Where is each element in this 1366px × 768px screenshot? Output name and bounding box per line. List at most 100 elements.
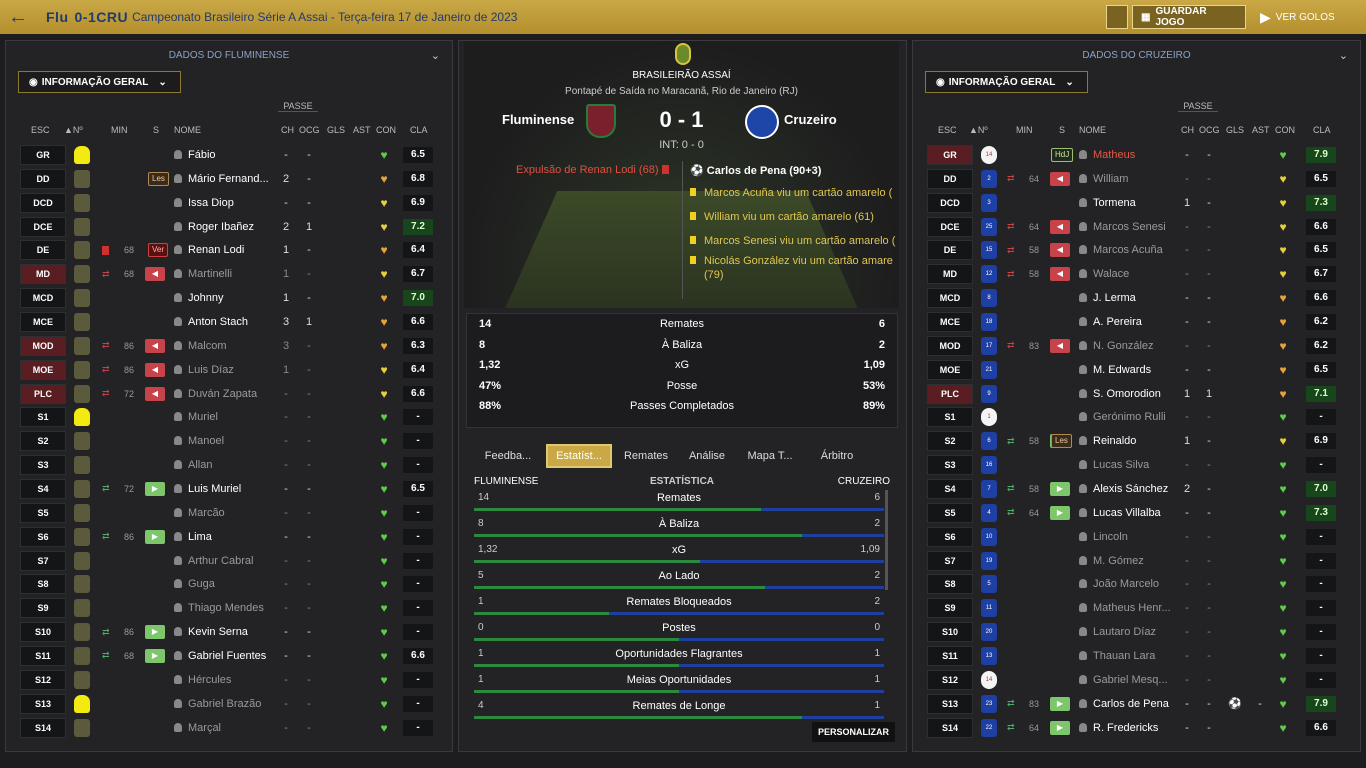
col-esc[interactable]: ESC <box>31 125 50 135</box>
player-name[interactable]: Reinaldo <box>1079 435 1183 447</box>
stats-tab[interactable]: Estatíst... <box>546 444 612 468</box>
col-ch[interactable]: CH <box>1181 125 1194 135</box>
col-con[interactable]: CON <box>376 125 396 135</box>
player-row[interactable]: S26⇄58▶LesReinaldo1-♥6.9 <box>913 429 1360 453</box>
player-name[interactable]: Kevin Serna <box>174 626 278 638</box>
player-name[interactable]: William <box>1079 173 1183 185</box>
scrollbar[interactable] <box>885 490 888 590</box>
col-ast[interactable]: AST <box>1252 125 1270 135</box>
player-row[interactable]: DCD 3 Tormena 1 - ♥ 7.3 <box>913 191 1360 215</box>
player-name[interactable]: M. Edwards <box>1079 364 1183 376</box>
player-name[interactable]: Gabriel Fuentes <box>174 650 278 662</box>
player-name[interactable]: João Marcelo <box>1079 578 1183 590</box>
player-name[interactable]: Lincoln <box>1079 531 1183 543</box>
player-name[interactable]: Martinelli <box>174 268 278 280</box>
customize-button[interactable]: PERSONALIZAR <box>812 722 896 742</box>
col-nome[interactable]: NOME <box>1079 125 1106 135</box>
player-name[interactable]: Alexis Sánchez <box>1079 483 1183 495</box>
player-row[interactable]: S7 19 M. Gómez - - ♥ - <box>913 549 1360 573</box>
player-row[interactable]: MOD ⇄ 86 ◀ Malcom 3 - ♥ 6.3 <box>6 334 452 358</box>
col-cla[interactable]: CLA <box>1313 125 1331 135</box>
stats-tab[interactable]: Remates <box>612 444 680 468</box>
home-info-dropdown[interactable]: ◉ INFORMAÇÃO GERAL ⌄ <box>18 71 181 93</box>
player-row[interactable]: S4 7 ⇄ 58 ▶ Alexis Sánchez 2 - ♥ 7.0 <box>913 477 1360 501</box>
player-name[interactable]: Thauan Lara <box>1079 650 1183 662</box>
player-name[interactable]: Muriel <box>174 411 278 423</box>
player-row[interactable]: S12 14 Gabriel Mesq... - - ♥ - <box>913 668 1360 692</box>
player-name[interactable]: Tormena <box>1079 197 1183 209</box>
col-cla[interactable]: CLA <box>410 125 428 135</box>
player-name[interactable]: Lautaro Díaz <box>1079 626 1183 638</box>
chevron-down-icon[interactable]: ⌄ <box>1339 41 1348 71</box>
player-name[interactable]: Lucas Villalba <box>1079 507 1183 519</box>
player-name[interactable]: R. Fredericks <box>1079 722 1183 734</box>
stats-tab[interactable]: Árbitro <box>806 444 868 468</box>
player-name[interactable]: Marcos Senesi <box>1079 221 1183 233</box>
player-name[interactable]: Roger Ibañez <box>174 221 278 233</box>
player-row[interactable]: S3 16 Lucas Silva - - ♥ - <box>913 453 1360 477</box>
player-row[interactable]: S12 Hércules - - ♥ - <box>6 668 452 692</box>
player-row[interactable]: MOE ⇄ 86 ◀ Luis Díaz 1 - ♥ 6.4 <box>6 358 452 382</box>
player-row[interactable]: S7 Arthur Cabral - - ♥ - <box>6 549 452 573</box>
player-row[interactable]: DCE 25 ⇄ 64 ◀ Marcos Senesi - - ♥ 6.6 <box>913 215 1360 239</box>
player-row[interactable]: MCE 18 A. Pereira - - ♥ 6.2 <box>913 310 1360 334</box>
player-row[interactable]: S1 1 Gerónimo Rulli - - ♥ - <box>913 405 1360 429</box>
player-name[interactable]: Arthur Cabral <box>174 555 278 567</box>
col-ch[interactable]: CH <box>281 125 294 135</box>
player-row[interactable]: DE 68 Ver Renan Lodi 1 - ♥ 6.4 <box>6 238 452 262</box>
player-row[interactable]: MD ⇄ 68 ◀ Martinelli 1 - ♥ 6.7 <box>6 262 452 286</box>
player-row[interactable]: MCD Johnny 1 - ♥ 7.0 <box>6 286 452 310</box>
player-row[interactable]: S4 ⇄ 72 ▶ Luis Muriel - - ♥ 6.5 <box>6 477 452 501</box>
away-info-dropdown[interactable]: ◉ INFORMAÇÃO GERAL ⌄ <box>925 71 1088 93</box>
player-row[interactable]: DD Les Mário Fernand... 2 - ♥ 6.8 <box>6 167 452 191</box>
player-row[interactable]: S1 Muriel - - ♥ - <box>6 405 452 429</box>
player-row[interactable]: PLC 9 S. Omorodion 1 1 ♥ 7.1 <box>913 382 1360 406</box>
player-row[interactable]: DCD Issa Diop - - ♥ 6.9 <box>6 191 452 215</box>
col-esc[interactable]: ESC <box>938 125 957 135</box>
col-ast[interactable]: AST <box>353 125 371 135</box>
player-row[interactable]: S3 Allan - - ♥ - <box>6 453 452 477</box>
col-s[interactable]: S <box>153 125 159 135</box>
back-arrow-icon[interactable]: ← <box>0 0 36 34</box>
player-name[interactable]: Malcom <box>174 340 278 352</box>
col-nome[interactable]: NOME <box>174 125 201 135</box>
player-row[interactable]: S10 20 Lautaro Díaz - - ♥ - <box>913 620 1360 644</box>
col-min[interactable]: MIN <box>111 125 128 135</box>
player-row[interactable]: S9 11 Matheus Henr... - - ♥ - <box>913 596 1360 620</box>
col-ocg[interactable]: OCG <box>299 125 320 135</box>
player-row[interactable]: S2 Manoel - - ♥ - <box>6 429 452 453</box>
player-name[interactable]: Thiago Mendes <box>174 602 278 614</box>
player-name[interactable]: Gerónimo Rulli <box>1079 411 1183 423</box>
col-gls[interactable]: GLS <box>327 125 345 135</box>
player-row[interactable]: S5 4 ⇄ 64 ▶ Lucas Villalba - - ♥ 7.3 <box>913 501 1360 525</box>
player-row[interactable]: S10 ⇄ 86 ▶ Kevin Serna - - ♥ - <box>6 620 452 644</box>
player-row[interactable]: S8 Guga - - ♥ - <box>6 572 452 596</box>
col-s[interactable]: S <box>1059 125 1065 135</box>
player-name[interactable]: A. Pereira <box>1079 316 1183 328</box>
player-name[interactable]: Allan <box>174 459 278 471</box>
player-name[interactable]: Johnny <box>174 292 278 304</box>
player-name[interactable]: Renan Lodi <box>174 244 278 256</box>
col-num[interactable]: ▲Nº <box>969 125 988 135</box>
player-name[interactable]: Guga <box>174 578 278 590</box>
player-name[interactable]: Lima <box>174 531 278 543</box>
col-gls[interactable]: GLS <box>1226 125 1244 135</box>
player-row[interactable]: S13 Gabriel Brazão - - ♥ - <box>6 692 452 716</box>
player-name[interactable]: J. Lerma <box>1079 292 1183 304</box>
player-name[interactable]: Duván Zapata <box>174 388 278 400</box>
player-name[interactable]: N. González <box>1079 340 1183 352</box>
player-name[interactable]: Marcos Acuña <box>1079 244 1183 256</box>
player-name[interactable]: Marçal <box>174 722 278 734</box>
player-row[interactable]: S6 ⇄ 86 ▶ Lima - - ♥ - <box>6 525 452 549</box>
player-row[interactable]: S11 ⇄ 68 ▶ Gabriel Fuentes - - ♥ 6.6 <box>6 644 452 668</box>
player-name[interactable]: Issa Diop <box>174 197 278 209</box>
watch-goals-button[interactable]: ▶ VER GOLOS <box>1252 5 1343 29</box>
col-ocg[interactable]: OCG <box>1199 125 1220 135</box>
player-row[interactable]: MOD 17 ⇄ 83 ◀ N. González - - ♥ 6.2 <box>913 334 1360 358</box>
player-row[interactable]: PLC ⇄ 72 ◀ Duván Zapata - - ♥ 6.6 <box>6 382 452 406</box>
player-name[interactable]: Walace <box>1079 268 1183 280</box>
away-team-name[interactable]: Cruzeiro <box>784 112 837 127</box>
player-row[interactable]: DD 2 ⇄ 64 ◀ William - - ♥ 6.5 <box>913 167 1360 191</box>
player-name[interactable]: Luis Muriel <box>174 483 278 495</box>
square-button[interactable] <box>1106 5 1128 29</box>
